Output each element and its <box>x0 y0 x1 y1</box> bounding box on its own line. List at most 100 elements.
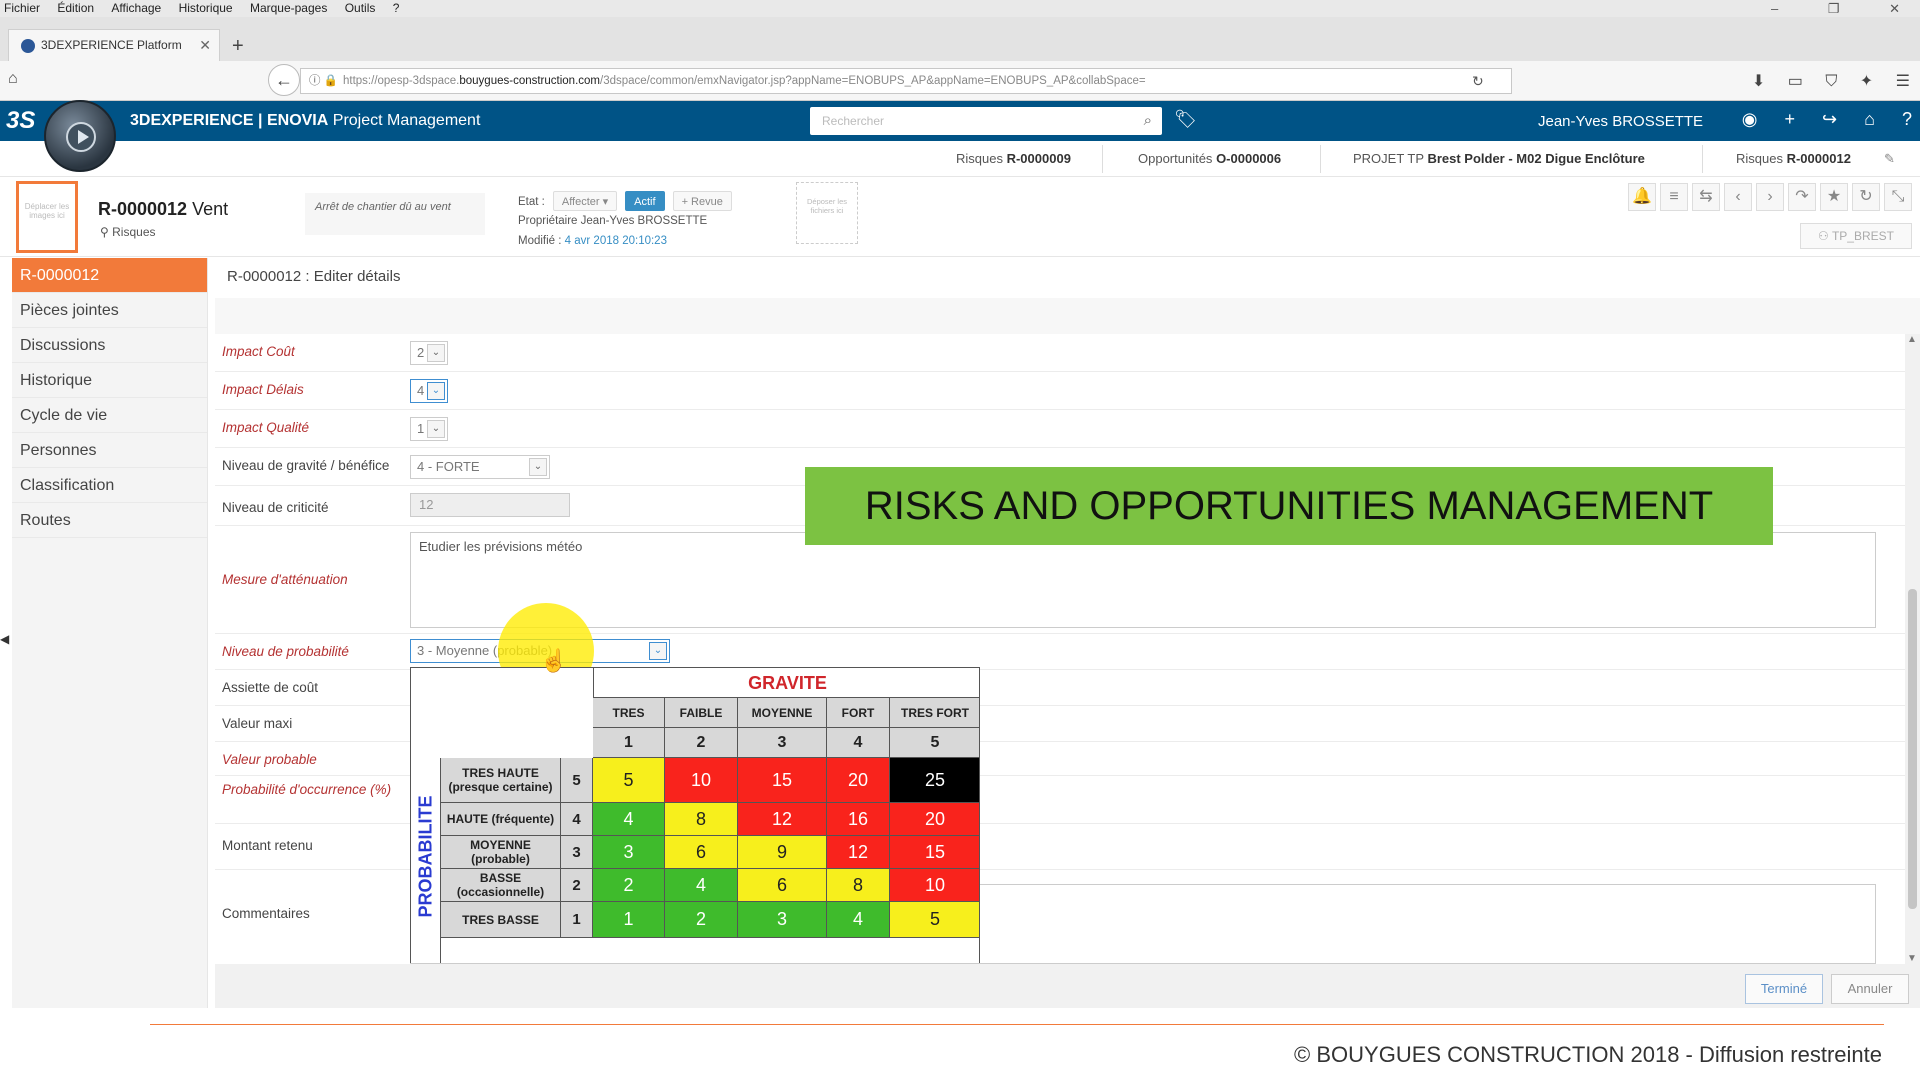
matrix-row-number: 1 <box>561 902 593 938</box>
banner-title: RISKS AND OPPORTUNITIES MANAGEMENT <box>805 467 1773 545</box>
menu-outils[interactable]: Outils <box>345 1 376 15</box>
panel-title: R-0000012 : Editer détails <box>227 268 401 285</box>
tag-icon[interactable]: 🏷 <box>1174 109 1197 130</box>
sidebar-item-personnes[interactable]: Personnes <box>12 433 207 468</box>
help-icon[interactable]: ? <box>1902 109 1912 129</box>
chevron-down-icon: ⌄ <box>529 458 547 476</box>
next-icon[interactable]: › <box>1756 183 1784 211</box>
tp-brest-button[interactable]: ⚇ TP_BREST <box>1800 223 1912 249</box>
menu-marque-pages[interactable]: Marque-pages <box>250 1 327 15</box>
prev-icon[interactable]: ‹ <box>1724 183 1752 211</box>
forward-icon[interactable]: ↷ <box>1788 183 1816 211</box>
gravite-select[interactable]: 4 - FORTE ⌄ <box>410 455 550 479</box>
matrix-column-number: 1 <box>593 728 665 758</box>
menu-aide[interactable]: ? <box>393 1 400 15</box>
window-controls: – ❐ ✕ <box>1735 0 1910 17</box>
matrix-row-number: 5 <box>561 758 593 803</box>
sidebar-item-cycle-de-vie[interactable]: Cycle de vie <box>12 398 207 433</box>
matrix-column-number: 4 <box>827 728 890 758</box>
breadcrumb-item[interactable]: Opportunités O-0000006 <box>1138 141 1281 177</box>
pin-icon[interactable]: ✎ <box>1884 141 1895 177</box>
menu-fichier[interactable]: Fichier <box>4 1 40 15</box>
scroll-down-icon[interactable]: ▼ <box>1907 953 1917 964</box>
breadcrumb-item[interactable]: Risques R-0000012 <box>1736 141 1851 177</box>
collapse-sidebar-icon[interactable]: ◀ <box>0 632 9 646</box>
panel-band <box>215 298 1920 334</box>
affect-button[interactable]: Affecter ▾ <box>552 191 618 211</box>
matrix-row-number: 4 <box>561 803 593 836</box>
matrix-cell: 8 <box>827 869 890 902</box>
cancel-button[interactable]: Annuler <box>1831 974 1909 1004</box>
hand-cursor-icon: ☝ <box>540 648 568 673</box>
home-icon[interactable]: ⌂ <box>1864 109 1875 129</box>
user-name[interactable]: Jean-Yves BROSSETTE <box>1538 113 1703 130</box>
users-icon: ⚇ <box>1818 229 1829 243</box>
form-scrollbar[interactable]: ▲ ▼ <box>1905 334 1920 964</box>
extension-icon[interactable]: ✦ <box>1860 73 1873 90</box>
field-label: Mesure d'atténuation <box>222 572 348 587</box>
scroll-up-icon[interactable]: ▲ <box>1907 334 1917 345</box>
share-icon[interactable]: ⇆ <box>1692 183 1720 211</box>
close-tab-icon[interactable]: ✕ <box>199 30 211 60</box>
scrollbar-thumb[interactable] <box>1908 589 1917 909</box>
matrix-row-label: BASSE (occasionnelle) <box>441 869 561 902</box>
compass-icon[interactable] <box>44 100 116 172</box>
impact-cout-select[interactable]: 2 ⌄ <box>410 341 448 365</box>
file-dropzone[interactable]: Déposer les fichiers ici <box>796 182 858 244</box>
hamburger-menu-icon[interactable]: ☰ <box>1896 73 1910 90</box>
add-icon[interactable]: + <box>1784 109 1795 129</box>
matrix-cell: 2 <box>593 869 665 902</box>
matrix-cell: 4 <box>665 869 738 902</box>
menu-edition[interactable]: Édition <box>57 1 94 15</box>
matrix-cell: 16 <box>827 803 890 836</box>
breadcrumb-item[interactable]: PROJET TP Brest Polder - M02 Digue Enclô… <box>1353 141 1645 177</box>
state-active-button[interactable]: Actif <box>625 191 665 211</box>
matrix-axis: PROBABILITE <box>411 758 441 963</box>
modified-value: 4 avr 2018 20:10:23 <box>564 235 667 247</box>
back-button[interactable]: ← <box>268 64 300 96</box>
menu-historique[interactable]: Historique <box>179 1 233 15</box>
bell-icon[interactable]: 🔔 <box>1628 183 1656 211</box>
collapse-icon[interactable]: ⤡ <box>1884 183 1912 211</box>
breadcrumb-item[interactable]: Risques R-0000009 <box>956 141 1071 177</box>
matrix-row-number: 2 <box>561 869 593 902</box>
home-icon[interactable]: ⌂ <box>8 70 18 88</box>
reload-icon[interactable]: ↻ <box>1472 68 1484 94</box>
sidebar-item-details[interactable]: R-0000012 <box>12 258 207 293</box>
revue-button[interactable]: + Revue <box>672 191 732 211</box>
sidebar-item-classification[interactable]: Classification <box>12 468 207 503</box>
done-button[interactable]: Terminé <box>1745 974 1823 1004</box>
matrix-column-header: FORT <box>827 698 890 728</box>
sidebar-item-routes[interactable]: Routes <box>12 503 207 538</box>
matrix-cell: 8 <box>665 803 738 836</box>
field-label: Niveau de probabilité <box>222 644 349 659</box>
matrix-cell: 3 <box>738 902 827 938</box>
menu-affichage[interactable]: Affichage <box>111 1 161 15</box>
mesure-textarea[interactable]: Etudier les prévisions météo <box>410 532 1876 628</box>
sidebar-item-historique[interactable]: Historique <box>12 363 207 398</box>
sidebar-icon[interactable]: ▭ <box>1788 73 1803 90</box>
minimize-button[interactable]: – <box>1771 1 1778 16</box>
sidebar-item-pieces-jointes[interactable]: Pièces jointes <box>12 293 207 328</box>
header-actions: 🔔 ≡ ⇆ ‹ › ↷ ★ ↻ ⤡ <box>1624 183 1912 211</box>
url-field[interactable]: ⓘ 🔒 https://opesp-3dspace.bouygues-const… <box>300 68 1512 94</box>
play-icon <box>66 122 96 152</box>
download-icon[interactable]: ⬇ <box>1752 73 1765 90</box>
new-tab-icon[interactable]: + <box>232 35 244 58</box>
impact-delais-select[interactable]: 4 ⌄ <box>410 379 448 403</box>
refresh-icon[interactable]: ↻ <box>1852 183 1880 211</box>
browser-tab[interactable]: 3DEXPERIENCE Platform ✕ <box>8 29 220 61</box>
search-input[interactable]: Rechercher ⌕ <box>810 107 1162 135</box>
close-window-button[interactable]: ✕ <box>1889 1 1900 16</box>
user-icon[interactable]: ◉ <box>1742 109 1758 129</box>
star-icon[interactable]: ★ <box>1820 183 1848 211</box>
share-icon[interactable]: ↪ <box>1822 109 1837 129</box>
impact-qualite-select[interactable]: 1 ⌄ <box>410 417 448 441</box>
restore-button[interactable]: ❐ <box>1828 1 1840 16</box>
list-icon[interactable]: ≡ <box>1660 183 1688 211</box>
object-thumbnail[interactable]: Déplacer les images ici <box>16 181 78 253</box>
pocket-icon[interactable]: ⛉ <box>1825 73 1837 90</box>
breadcrumb-separator <box>1320 145 1338 173</box>
sidebar-item-discussions[interactable]: Discussions <box>12 328 207 363</box>
search-icon[interactable]: ⌕ <box>1144 107 1152 135</box>
